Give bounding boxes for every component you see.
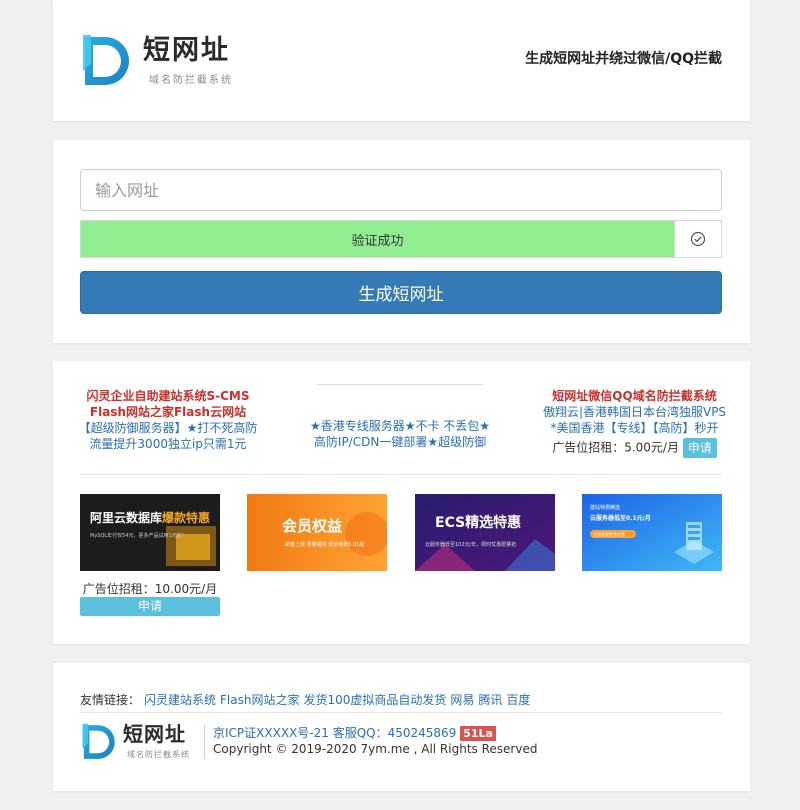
footer-separator bbox=[204, 725, 205, 759]
header-card: 短网址 域名防拦截系统 生成短网址并绕过微信/QQ拦截 bbox=[53, 0, 750, 121]
url-input[interactable] bbox=[80, 169, 722, 211]
logo-d-icon bbox=[82, 723, 115, 759]
logo-subtitle: 域名防拦截系统 bbox=[149, 75, 233, 86]
friend-link[interactable]: 腾讯 bbox=[478, 691, 502, 708]
header-slogan: 生成短网址并绕过微信/QQ拦截 bbox=[525, 51, 722, 67]
ad-text-left: 闪灵企业自助建站系统S-CMS Flash网站之家Flash云网站 【超级防御服… bbox=[53, 388, 283, 452]
banner-member-benefits[interactable]: 会员权益 新客上线 限量福利 低价续费0.01起 bbox=[247, 494, 387, 571]
ad-link[interactable]: ★香港专线服务器★不卡 不丢包★ bbox=[285, 418, 515, 434]
site-logo[interactable]: 短网址 域名防拦截系统 bbox=[81, 33, 233, 89]
banner-cta: 立即查看更多优惠 bbox=[593, 531, 625, 537]
friend-link[interactable]: Flash网站之家 bbox=[220, 691, 299, 708]
ad-text-middle: ★香港专线服务器★不卡 不丢包★ 高防IP/CDN一键部署★超级防御 bbox=[285, 384, 515, 450]
stats-badge[interactable]: 51La bbox=[460, 726, 496, 741]
ad-link[interactable]: Flash网站之家Flash云网站 bbox=[53, 404, 283, 420]
captcha-verify-bar[interactable]: 验证成功 bbox=[80, 220, 722, 258]
friend-links: 友情链接： 闪灵建站系统 Flash网站之家 发货100虚拟商品自动发货 网易 … bbox=[80, 691, 530, 708]
shorten-form-card: 验证成功 生成短网址 bbox=[53, 140, 750, 343]
friend-link[interactable]: 发货100虚拟商品自动发货 bbox=[303, 691, 446, 708]
ad-link[interactable]: 【超级防御服务器】★打不死高防 bbox=[53, 420, 283, 436]
ad-link[interactable]: 短网址微信QQ域名防拦截系统 bbox=[519, 388, 750, 404]
footer-card: 友情链接： 闪灵建站系统 Flash网站之家 发货100虚拟商品自动发货 网易 … bbox=[53, 663, 750, 791]
banner-line: 云服务器低至0.1元/月 bbox=[590, 514, 651, 522]
banner-line: 建站特惠精选 bbox=[590, 504, 620, 511]
ads-divider bbox=[80, 474, 722, 475]
ad-link[interactable]: 高防IP/CDN一键部署★超级防御 bbox=[285, 434, 515, 450]
ad-divider bbox=[317, 384, 483, 385]
apply-button[interactable]: 申请 bbox=[682, 438, 717, 458]
banner-title: 会员权益 bbox=[282, 517, 342, 535]
qq-number: 450245869 bbox=[387, 726, 457, 740]
logo-title: 短网址 bbox=[143, 35, 230, 66]
generate-short-url-button[interactable]: 生成短网址 bbox=[80, 271, 722, 314]
footer-divider bbox=[80, 712, 722, 713]
ad-link[interactable]: *美国香港【专线】【高防】秒开 bbox=[519, 420, 750, 436]
banner-title: 阿里云数据库 bbox=[90, 510, 162, 525]
banner-hosting-deals[interactable]: 建站特惠精选 云服务器低至0.1元/月 立即查看更多优惠 bbox=[582, 494, 722, 571]
ad-text-right: 短网址微信QQ域名防拦截系统 傲翔云|香港韩国日本台湾独服VPS *美国香港【专… bbox=[519, 388, 750, 458]
banner-aliyun-database[interactable]: 阿里云数据库爆款特惠 MySQL年付仅54元，更多产品试用1元起！ bbox=[80, 494, 220, 571]
banner-subtitle: 云服务器低至102元/年，限时优惠限量抢 bbox=[425, 541, 516, 548]
copyright-text: Copyright © 2019-2020 7ym.me , All Right… bbox=[213, 742, 538, 756]
check-circle-icon bbox=[674, 221, 721, 257]
banner-subtitle: 新客上线 限量福利 低价续费0.01起 bbox=[285, 541, 364, 548]
qq-label: 客服QQ： bbox=[332, 726, 388, 740]
ad-price-text: 广告位招租：5.00元/月 bbox=[552, 440, 679, 455]
ad-link[interactable]: 傲翔云|香港韩国日本台湾独服VPS bbox=[519, 404, 750, 420]
friend-link[interactable]: 网易 bbox=[450, 691, 474, 708]
logo-d-icon bbox=[83, 35, 129, 85]
banner-price-text: 广告位招租：10.00元/月 bbox=[82, 582, 218, 596]
ads-card: 闪灵企业自助建站系统S-CMS Flash网站之家Flash云网站 【超级防御服… bbox=[53, 361, 750, 644]
icp-number[interactable]: 京ICP证XXXXX号-21 bbox=[213, 726, 329, 740]
footer-info: 京ICP证XXXXX号-21 客服QQ：450245869 51La Copyr… bbox=[213, 725, 537, 757]
footer-logo-subtitle: 域名防拦截系统 bbox=[127, 750, 190, 759]
footer-logo-title: 短网址 bbox=[123, 722, 186, 746]
banner-ecs-deals[interactable]: ECS精选特惠 云服务器低至102元/年，限时优惠限量抢 bbox=[415, 494, 555, 571]
banner-title: ECS精选特惠 bbox=[435, 514, 521, 531]
ad-link[interactable]: 闪灵企业自助建站系统S-CMS bbox=[53, 388, 283, 404]
verify-status-text: 验证成功 bbox=[81, 221, 674, 257]
footer-logo[interactable]: 短网址 域名防拦截系统 bbox=[81, 722, 190, 762]
banner-title-hot: 爆款特惠 bbox=[162, 510, 210, 525]
banner-apply-button[interactable]: 申请 bbox=[80, 597, 220, 616]
svg-text:阿里云数据库爆款特惠: 阿里云数据库爆款特惠 bbox=[90, 510, 210, 525]
ad-link[interactable]: 流量提升3000独立ip只需1元 bbox=[53, 436, 283, 452]
friend-link[interactable]: 百度 bbox=[506, 691, 530, 708]
friend-links-label: 友情链接： bbox=[80, 693, 141, 707]
banner-subtitle: MySQL年付仅54元，更多产品试用1元起！ bbox=[90, 532, 187, 539]
friend-link[interactable]: 闪灵建站系统 bbox=[144, 691, 216, 708]
